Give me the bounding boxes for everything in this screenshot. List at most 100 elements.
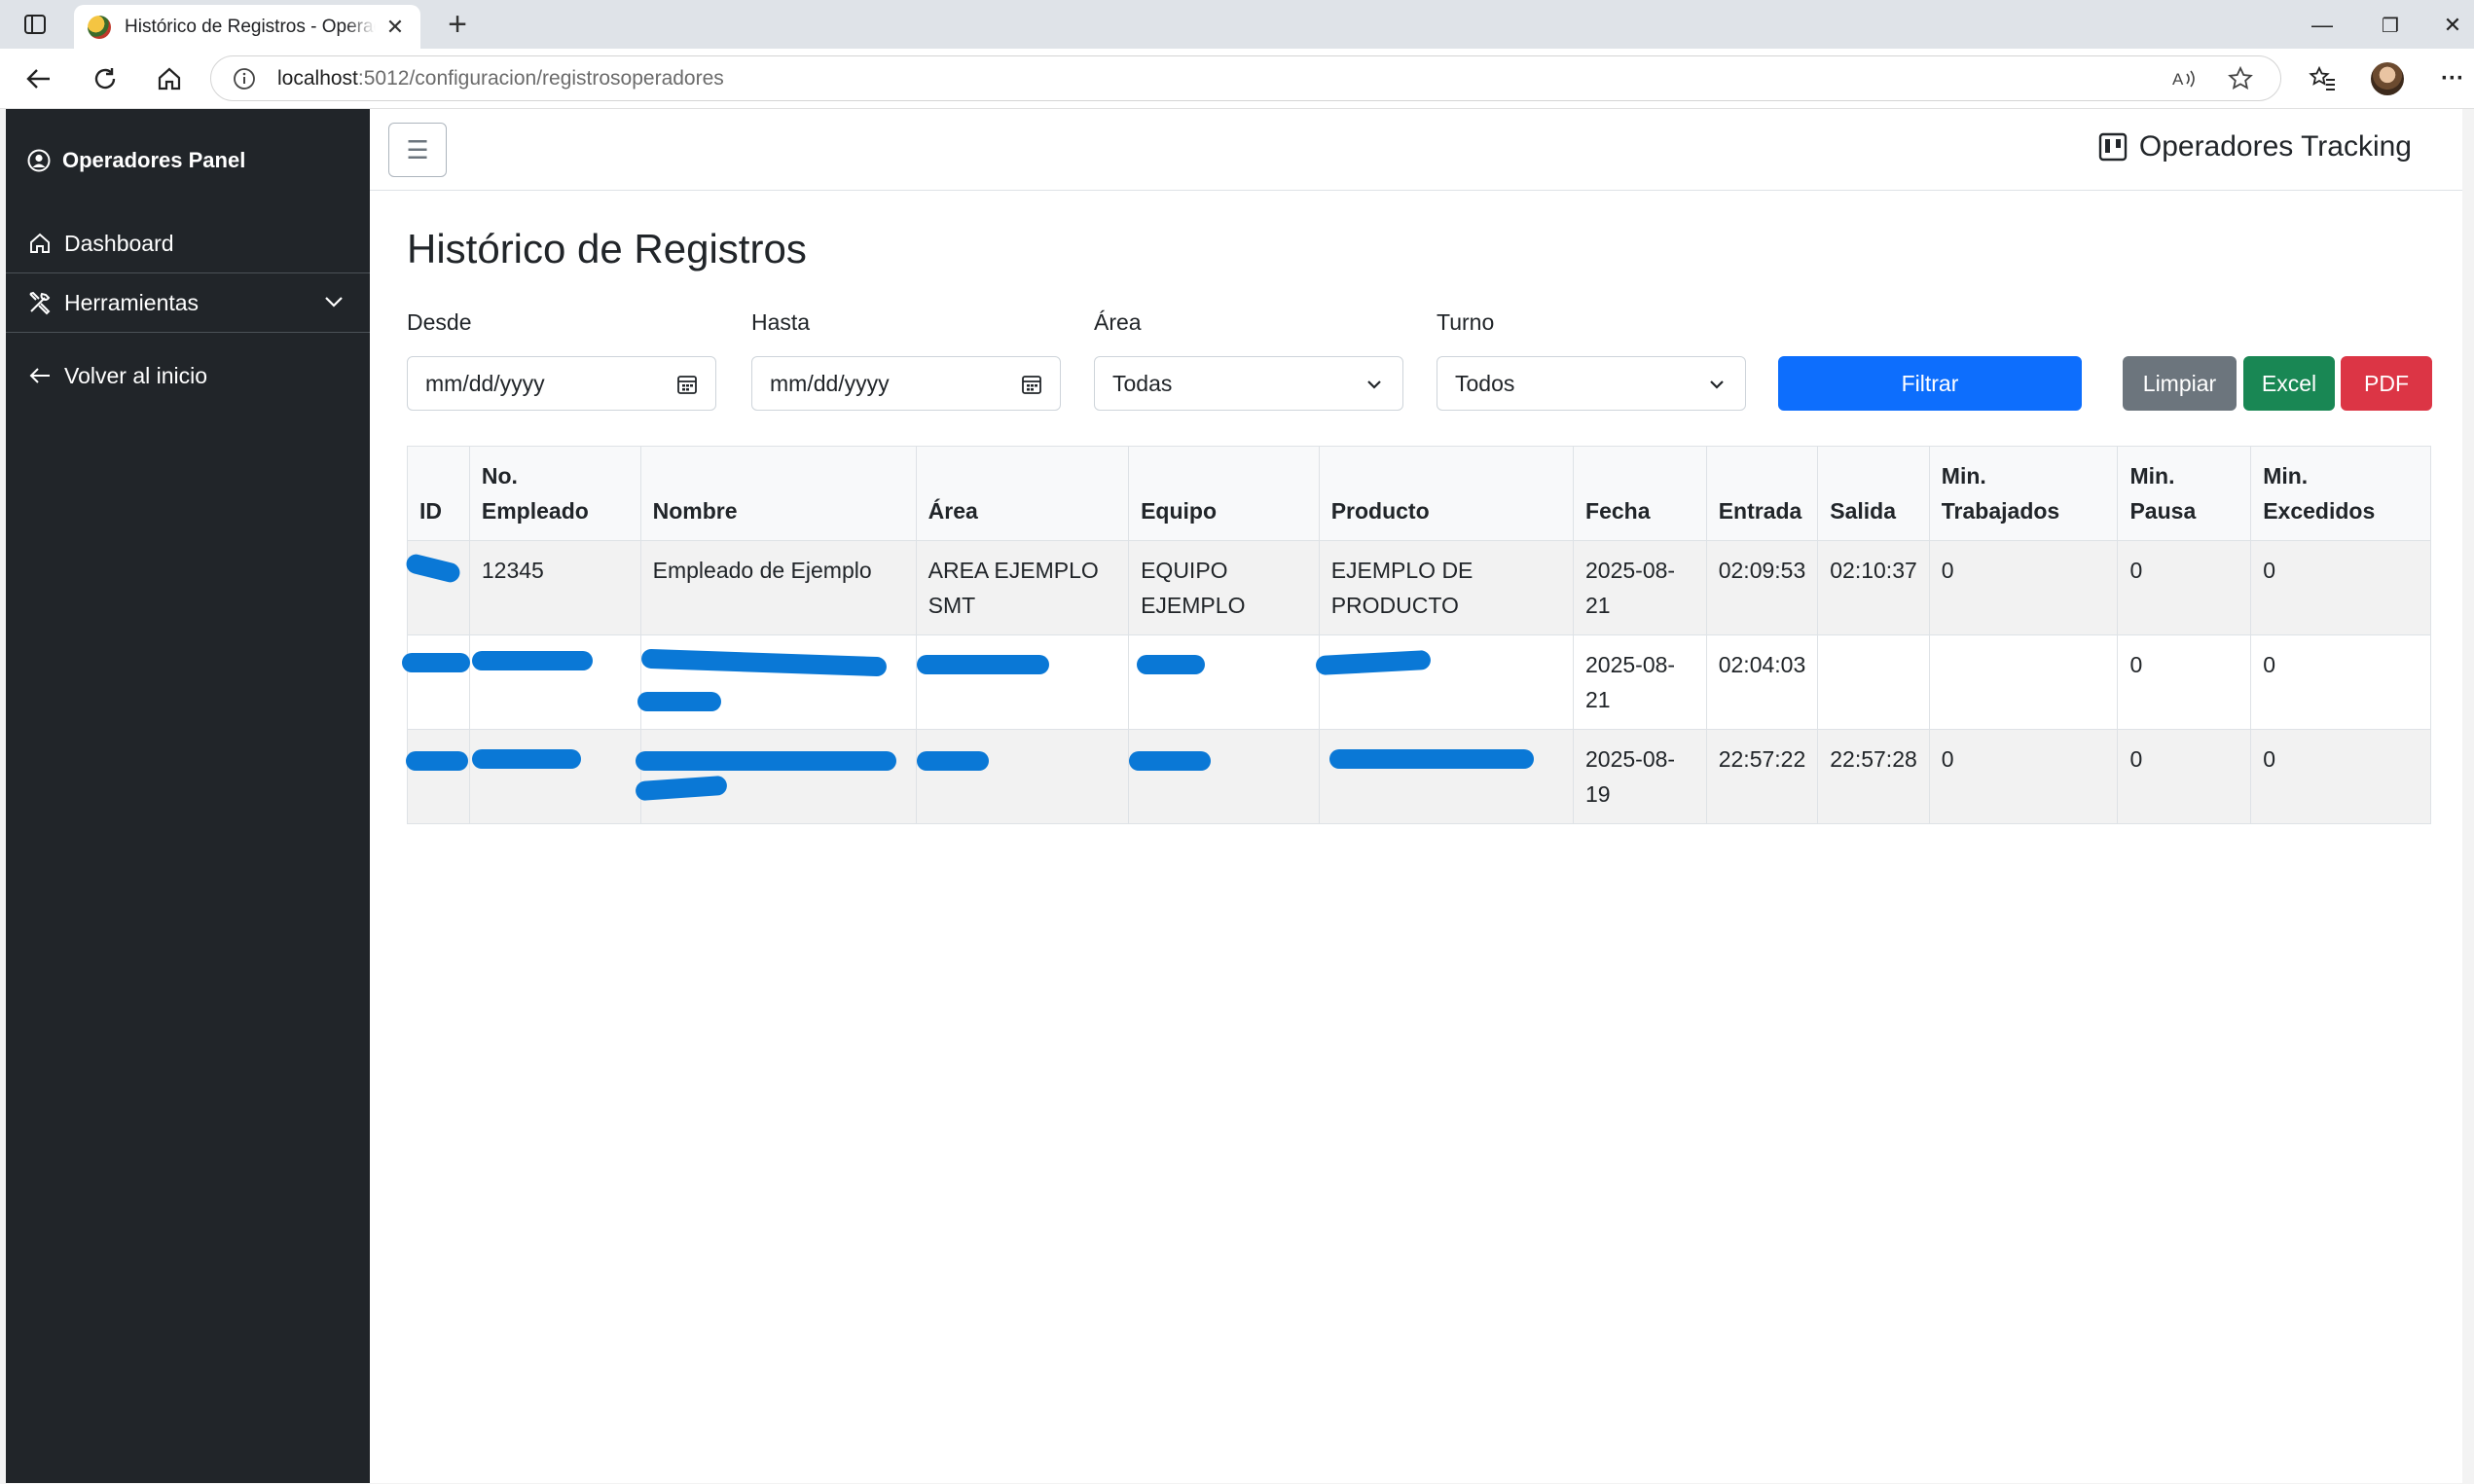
cell-id	[404, 540, 470, 635]
read-aloud-icon[interactable]: A	[2167, 64, 2201, 93]
cell-equipo: EQUIPO EJEMPLO	[1128, 540, 1320, 635]
tab-close-icon[interactable]: ✕	[383, 15, 407, 40]
cell-min-pausa: 0	[2117, 634, 2252, 730]
restore-button[interactable]: ❐	[2361, 8, 2419, 43]
desde-value: mm/dd/yyyy	[425, 370, 545, 396]
page-title: Histórico de Registros	[407, 226, 807, 271]
cell-producto: EJEMPLO DE PRODUCTO	[1318, 540, 1575, 635]
home-icon	[27, 231, 53, 256]
browser-tab-bar: Histórico de Registros - Operadores Trac…	[0, 0, 2474, 49]
favicon-icon	[88, 15, 111, 39]
redaction-mark	[471, 749, 581, 769]
limpiar-button[interactable]: Limpiar	[2123, 356, 2237, 411]
redaction-mark	[1315, 649, 1432, 676]
desde-label: Desde	[407, 309, 472, 335]
browser-tab[interactable]: Histórico de Registros - Operadores Trac…	[74, 5, 420, 49]
cell-producto	[1315, 634, 1575, 730]
table-header-row: ID No. Empleado Nombre Área Equipo Produc…	[407, 446, 2431, 541]
cell-no-empleado	[468, 634, 641, 730]
cell-fecha: 2025-08- 21	[1573, 634, 1707, 730]
col-header-entrada: Entrada	[1705, 446, 1819, 541]
col-header-min-pausa: Min. Pausa	[2117, 446, 2252, 541]
registros-table: ID No. Empleado Nombre Área Equipo Produc…	[402, 446, 2431, 824]
cell-entrada: 02:09:53	[1705, 540, 1819, 635]
redaction-mark	[635, 751, 896, 771]
turno-select[interactable]: Todos	[1437, 356, 1746, 411]
menu-toggle-button[interactable]: ☰	[388, 123, 447, 177]
table-row: 2025-08- 21 02:04:03 0 0	[402, 634, 2431, 730]
table-row: 2025-08- 19 22:57:22 22:57:28 0 0 0	[406, 729, 2431, 824]
window-close-button[interactable]: ✕	[2423, 8, 2474, 43]
home-browser-icon[interactable]	[150, 61, 189, 96]
cell-no-empleado: 12345	[468, 540, 641, 635]
cell-no-empleado	[468, 729, 641, 824]
cell-salida: 02:10:37	[1817, 540, 1930, 635]
cell-nombre: Empleado de Ejemplo	[639, 540, 917, 635]
col-header-fecha: Fecha	[1573, 446, 1707, 541]
sidebar-item-label: Volver al inicio	[64, 362, 208, 388]
sidebar-item-dashboard[interactable]: Dashboard	[6, 214, 370, 272]
address-bar[interactable]: localhost:5012/configuracion/registrosop…	[210, 55, 2281, 101]
desde-date-input[interactable]: mm/dd/yyyy	[407, 356, 716, 411]
sidebar-brand-label: Operadores Panel	[62, 148, 246, 172]
info-icon[interactable]	[231, 65, 258, 92]
browser-sidebar-icon[interactable]	[18, 12, 53, 37]
cell-min-excedidos: 0	[2250, 634, 2431, 730]
cell-equipo	[1128, 729, 1320, 824]
cell-salida: 22:57:28	[1817, 729, 1930, 824]
sidebar-item-herramientas[interactable]: Herramientas	[6, 273, 370, 332]
favorite-star-icon[interactable]	[2224, 64, 2257, 93]
redaction-mark	[640, 648, 887, 677]
back-icon[interactable]	[19, 61, 58, 96]
sidebar-item-label: Herramientas	[64, 289, 200, 315]
sidebar-brand: Operadores Panel	[27, 148, 245, 173]
arrow-left-icon	[27, 363, 53, 388]
redaction-mark	[471, 651, 593, 670]
redaction-mark	[406, 751, 468, 771]
main-content: ☰ Operadores Tracking Histórico de Regis…	[370, 109, 2462, 1483]
cell-salida	[1817, 634, 1930, 730]
turno-selected-value: Todos	[1455, 370, 1515, 396]
reload-icon[interactable]	[86, 61, 125, 96]
url-path: :5012/configuracion/registrosoperadores	[357, 66, 724, 90]
cell-min-trabajados: 0	[1928, 540, 2119, 635]
hasta-date-input[interactable]: mm/dd/yyyy	[751, 356, 1061, 411]
chevron-down-icon	[323, 291, 345, 312]
table-row: 12345 Empleado de Ejemplo AREA EJEMPLO SM…	[404, 540, 2431, 635]
cell-producto	[1318, 729, 1575, 824]
cell-min-trabajados: 0	[1928, 729, 2119, 824]
pdf-button[interactable]: PDF	[2341, 356, 2432, 411]
col-header-id: ID	[407, 446, 470, 541]
top-navbar: ☰ Operadores Tracking	[370, 109, 2462, 191]
redaction-mark	[916, 655, 1049, 674]
col-header-area: Área	[915, 446, 1130, 541]
redaction-mark	[637, 692, 721, 711]
calendar-icon[interactable]	[676, 374, 698, 395]
filtrar-button[interactable]: Filtrar	[1778, 356, 2082, 411]
excel-button[interactable]: Excel	[2243, 356, 2335, 411]
cell-area	[915, 634, 1130, 730]
sidebar: Operadores Panel Dashboard Herramientas …	[6, 109, 370, 1483]
profile-avatar[interactable]	[2371, 62, 2404, 95]
user-circle-icon	[27, 149, 51, 172]
cell-min-excedidos: 0	[2250, 729, 2431, 824]
kanban-icon	[2098, 132, 2128, 162]
minimize-button[interactable]: —	[2293, 8, 2351, 43]
url-host: localhost	[277, 66, 358, 90]
cell-area: AREA EJEMPLO SMT	[915, 540, 1130, 635]
turno-label: Turno	[1437, 309, 1495, 335]
redaction-mark	[404, 552, 462, 585]
calendar-icon[interactable]	[1021, 374, 1042, 395]
browser-menu-icon[interactable]: ···	[2433, 61, 2472, 96]
col-header-producto: Producto	[1318, 446, 1575, 541]
area-select[interactable]: Todas	[1094, 356, 1403, 411]
favorites-icon[interactable]	[2303, 61, 2342, 96]
chevron-down-icon	[1706, 374, 1728, 395]
new-tab-button[interactable]: +	[438, 8, 477, 43]
cell-min-pausa: 0	[2117, 729, 2252, 824]
col-header-salida: Salida	[1817, 446, 1930, 541]
cell-min-excedidos: 0	[2250, 540, 2431, 635]
area-selected-value: Todas	[1112, 370, 1173, 396]
sidebar-item-volver[interactable]: Volver al inicio	[6, 346, 370, 405]
cell-nombre	[635, 729, 917, 824]
